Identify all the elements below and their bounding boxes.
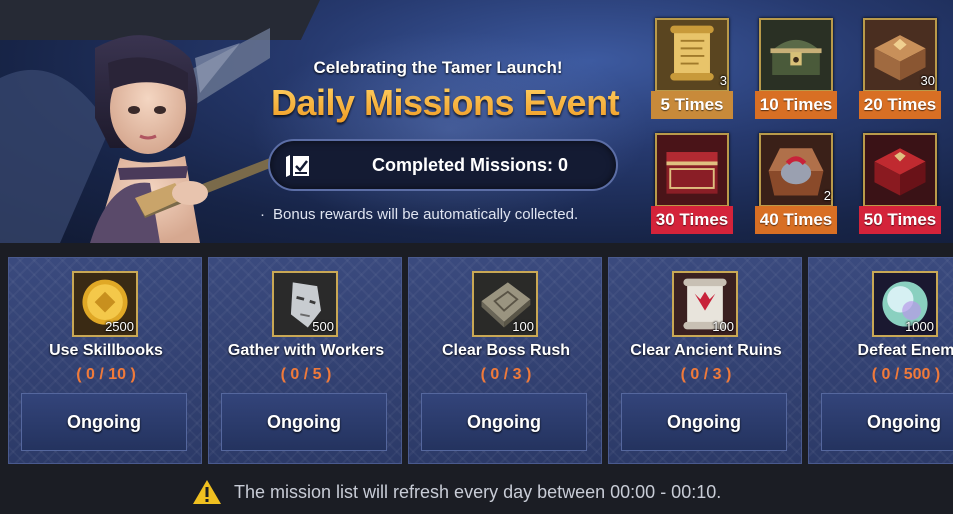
reward-icon-frame [655, 18, 729, 92]
completed-missions-label: Completed Missions: 0 [371, 155, 569, 175]
mission-card[interactable]: 2500 Use Skillbooks ( 0 / 10 ) Ongoing [8, 257, 202, 464]
mission-progress: ( 0 / 3 ) [680, 366, 732, 383]
mission-status-button[interactable]: Ongoing [621, 393, 787, 451]
reward-40-times[interactable]: 2 40 Times [755, 133, 837, 236]
mission-name: Clear Ancient Ruins [630, 342, 782, 359]
refresh-notice-text: The mission list will refresh every day … [234, 482, 722, 502]
reward-icon-frame [759, 18, 833, 92]
mission-status-button[interactable]: Ongoing [821, 393, 953, 451]
reward-qty: 30 [920, 73, 935, 88]
bonus-note-text: Bonus rewards will be automatically coll… [273, 206, 579, 223]
mission-progress: ( 0 / 3 ) [480, 366, 532, 383]
mission-card[interactable]: 100 Clear Ancient Ruins ( 0 / 3 ) Ongoin… [608, 257, 802, 464]
mission-card[interactable]: 1000 Defeat Enem ( 0 / 500 ) Ongoing [808, 257, 953, 464]
mission-reward-qty: 2500 [105, 319, 134, 334]
event-banner: Celebrating the Tamer Launch! Daily Miss… [0, 0, 953, 243]
mission-name: Clear Boss Rush [441, 342, 571, 359]
mission-icon-frame: 1000 [872, 271, 938, 337]
mission-progress: ( 0 / 10 ) [76, 366, 136, 383]
reward-30-times[interactable]: 30 Times [651, 133, 733, 236]
scroll-icon [657, 20, 727, 90]
mission-reward-qty: 500 [312, 319, 334, 334]
reward-qty: 3 [719, 73, 727, 88]
reward-icon-frame [759, 133, 833, 207]
mission-icon-frame: 100 [672, 271, 738, 337]
mission-icon-frame: 2500 [72, 271, 138, 337]
warning-icon [193, 480, 221, 504]
reward-times-label: 20 Times [859, 91, 941, 119]
reward-times-label: 5 Times [651, 91, 733, 119]
mission-name: Use Skillbooks [49, 342, 163, 359]
red-chest-icon [657, 135, 727, 205]
mission-name: Gather with Workers [227, 342, 385, 359]
mission-progress: ( 0 / 500 ) [871, 366, 941, 383]
tamer-character-illustration [0, 28, 270, 243]
mission-reward-qty: 100 [712, 319, 734, 334]
reward-icon-frame [863, 133, 937, 207]
checklist-icon [286, 155, 309, 177]
mission-icon-frame: 100 [472, 271, 538, 337]
mission-name: Defeat Enem [857, 342, 953, 359]
reward-qty: 2 [823, 188, 831, 203]
footer-notice: The mission list will refresh every day … [0, 470, 953, 514]
bonus-note: · Bonus rewards will be automatically col… [260, 206, 579, 223]
event-title: Daily Missions Event [250, 82, 640, 124]
mission-icon-frame: 500 [272, 271, 338, 337]
mission-progress: ( 0 / 5 ) [280, 366, 332, 383]
mission-reward-qty: 100 [512, 319, 534, 334]
mission-card[interactable]: 500 Gather with Workers ( 0 / 5 ) Ongoin… [208, 257, 402, 464]
event-subtitle: Celebrating the Tamer Launch! [313, 58, 563, 77]
mission-status-button[interactable]: Ongoing [221, 393, 387, 451]
chest-icon [761, 20, 831, 90]
mission-status-button[interactable]: Ongoing [21, 393, 187, 451]
reward-times-label: 30 Times [651, 206, 733, 234]
reward-5-times[interactable]: 3 5 Times [651, 18, 733, 121]
mission-card[interactable]: 100 Clear Boss Rush ( 0 / 3 ) Ongoing [408, 257, 602, 464]
reward-times-label: 10 Times [755, 91, 837, 119]
reward-50-times[interactable]: 50 Times [859, 133, 941, 236]
reward-20-times[interactable]: 30 20 Times [859, 18, 941, 121]
helmet-box-icon [761, 135, 831, 205]
red-box-icon [865, 135, 935, 205]
mission-reward-qty: 1000 [905, 319, 934, 334]
mission-status-button[interactable]: Ongoing [421, 393, 587, 451]
completed-missions-counter: Completed Missions: 0 [268, 139, 618, 191]
reward-10-times[interactable]: 10 Times [755, 18, 837, 121]
reward-times-label: 40 Times [755, 206, 837, 234]
mission-list[interactable]: 2500 Use Skillbooks ( 0 / 10 ) Ongoing 5… [0, 250, 953, 470]
reward-icon-frame [655, 133, 729, 207]
reward-times-label: 50 Times [859, 206, 941, 234]
